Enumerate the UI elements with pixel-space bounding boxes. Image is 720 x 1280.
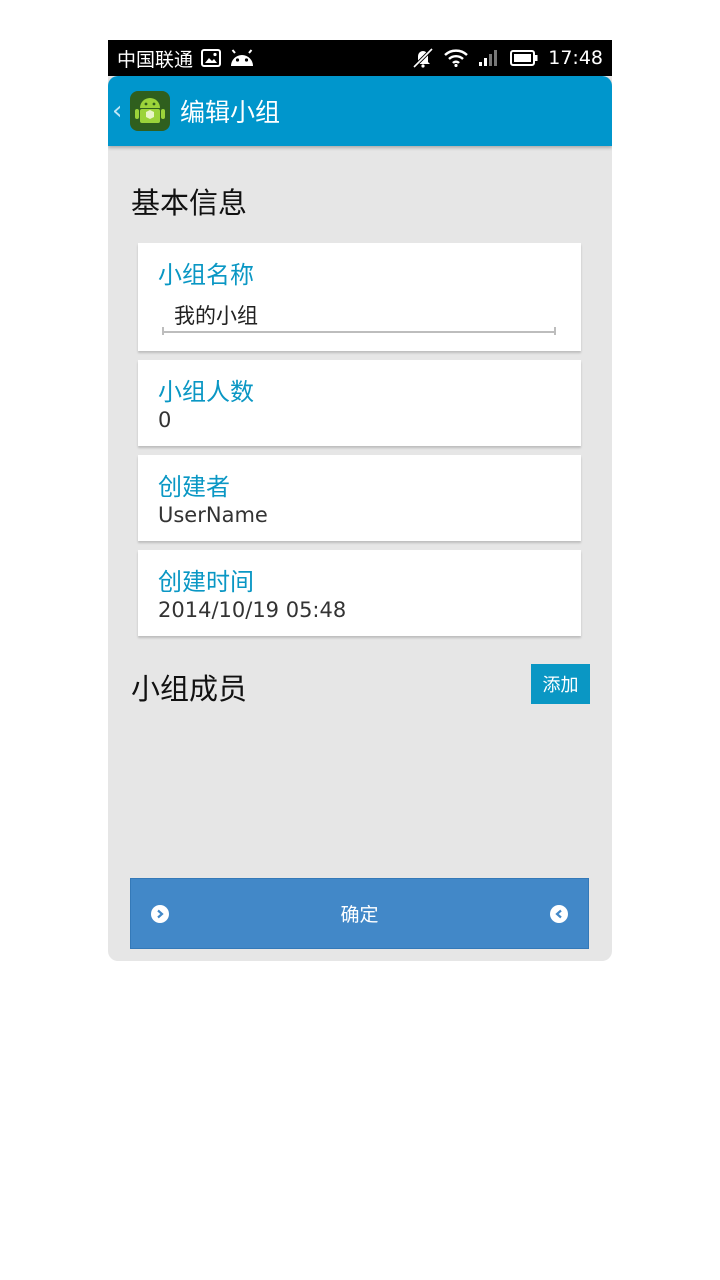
member-count-value: 0 bbox=[158, 408, 172, 432]
status-bar: 中国联通 17:48 bbox=[108, 40, 612, 76]
creator-card: 创建者 UserName bbox=[138, 455, 581, 541]
signal-icon bbox=[478, 49, 500, 67]
chevron-left-icon[interactable]: ‹ bbox=[112, 96, 126, 126]
circle-chevron-left-icon bbox=[550, 904, 568, 923]
confirm-label: 确定 bbox=[340, 904, 379, 926]
members-heading: 小组成员 bbox=[131, 672, 248, 706]
member-count-card: 小组人数 0 bbox=[138, 360, 581, 446]
carrier-name: 中国联通 bbox=[117, 48, 194, 71]
phone-screen: 中国联通 17:48 ‹ 编辑小组 基本信息 小组名称 我的小组 小组人数 0 … bbox=[108, 40, 612, 961]
member-count-label: 小组人数 bbox=[158, 378, 254, 406]
input-edge-right bbox=[554, 327, 556, 335]
circle-chevron-right-icon bbox=[151, 904, 169, 923]
creator-label: 创建者 bbox=[158, 473, 230, 501]
group-name-label: 小组名称 bbox=[158, 261, 254, 289]
basic-info-heading: 基本信息 bbox=[131, 186, 248, 220]
group-name-card: 小组名称 bbox=[138, 243, 581, 351]
app-bar: ‹ 编辑小组 bbox=[108, 76, 612, 146]
status-time: 17:48 bbox=[548, 47, 603, 69]
battery-icon bbox=[510, 50, 538, 66]
page-title: 编辑小组 bbox=[180, 98, 281, 127]
wifi-icon bbox=[444, 49, 469, 67]
confirm-button[interactable]: 确定 bbox=[130, 878, 589, 949]
android-icon bbox=[229, 49, 255, 67]
add-member-button[interactable]: 添加 bbox=[531, 664, 590, 704]
image-icon bbox=[201, 49, 222, 67]
group-name-input[interactable] bbox=[162, 299, 556, 333]
creator-value: UserName bbox=[158, 503, 268, 527]
created-time-value: 2014/10/19 05:48 bbox=[158, 598, 347, 622]
input-edge-left bbox=[162, 327, 164, 335]
created-time-label: 创建时间 bbox=[158, 568, 254, 596]
mute-icon bbox=[412, 48, 434, 68]
android-robot-icon[interactable] bbox=[130, 91, 170, 131]
created-time-card: 创建时间 2014/10/19 05:48 bbox=[138, 550, 581, 636]
